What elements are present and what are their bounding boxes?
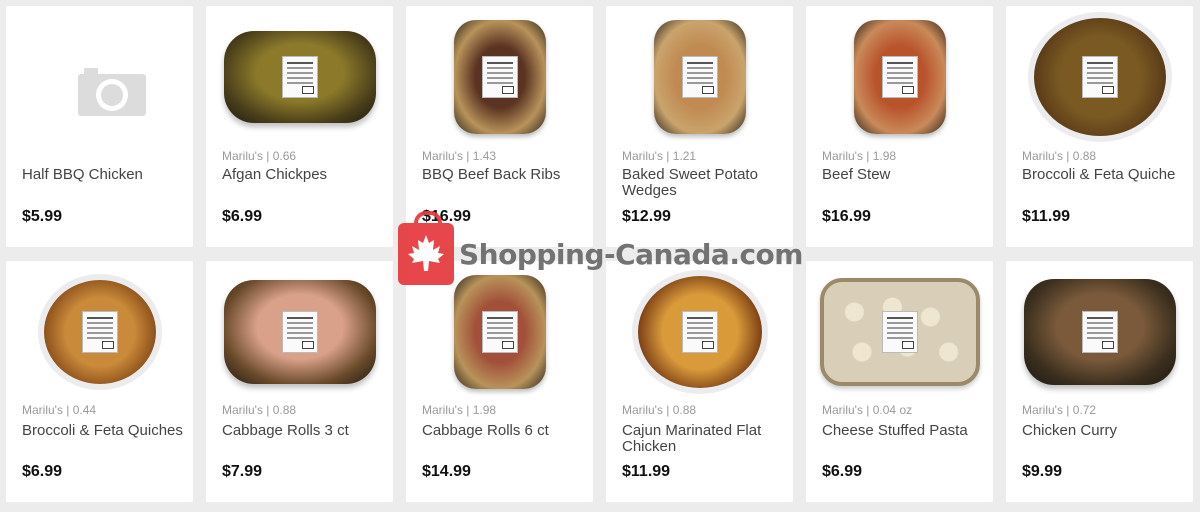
product-meta: Marilu's | 0.72 [1022, 403, 1097, 417]
product-image[interactable] [1018, 271, 1181, 393]
product-card-half-bbq-chicken[interactable]: Half BBQ Chicken $5.99 [6, 6, 193, 247]
chicken-image [637, 276, 762, 388]
product-card-broccoli-feta-quiches[interactable]: Marilu's | 0.44 Broccoli & Feta Quiches … [6, 261, 193, 502]
product-price: $11.99 [622, 463, 671, 480]
product-image[interactable] [818, 271, 981, 393]
product-card-chicken-curry[interactable]: Marilu's | 0.72 Chicken Curry $9.99 [1006, 261, 1193, 502]
product-title[interactable]: Beef Stew [822, 167, 987, 183]
product-image[interactable] [18, 271, 181, 393]
quiche-image [1033, 18, 1166, 136]
product-price: $9.99 [1022, 463, 1063, 480]
product-title[interactable]: Cabbage Rolls 6 ct [422, 423, 587, 439]
product-card-afgan-chickpes[interactable]: Marilu's | 0.66 Afgan Chickpes $6.99 [206, 6, 393, 247]
product-meta: Marilu's | 0.88 [622, 403, 697, 417]
product-image[interactable] [218, 16, 381, 138]
quiche-image [43, 280, 156, 384]
product-title[interactable]: Afgan Chickpes [222, 167, 387, 183]
product-meta: Marilu's | 0.44 [22, 403, 97, 417]
product-price: $5.99 [22, 208, 63, 225]
product-card-cheese-stuffed-pasta[interactable]: Marilu's | 0.04 oz Cheese Stuffed Pasta … [806, 261, 993, 502]
camera-placeholder-icon [78, 68, 146, 116]
product-image[interactable] [418, 271, 581, 393]
food-tray-image [453, 275, 546, 389]
food-tray-image [853, 20, 946, 134]
product-card-cajun-marinated-flat-chicken[interactable]: Marilu's | 0.88 Cajun Marinated Flat Chi… [606, 261, 793, 502]
product-card-broccoli-feta-quiche[interactable]: Marilu's | 0.88 Broccoli & Feta Quiche $… [1006, 6, 1193, 247]
product-price: $6.99 [822, 463, 863, 480]
maple-leaf-bag-icon [398, 211, 454, 285]
product-image[interactable] [618, 271, 781, 393]
product-title[interactable]: Half BBQ Chicken [22, 167, 187, 183]
product-meta: Marilu's | 0.04 oz [822, 403, 913, 417]
product-price: $6.99 [222, 208, 263, 225]
pasta-tray-image [819, 278, 980, 386]
product-meta: Marilu's | 0.88 [1022, 149, 1097, 163]
food-tray-image [653, 20, 746, 134]
food-tray-image [1023, 279, 1176, 385]
product-card-beef-stew[interactable]: Marilu's | 1.98 Beef Stew $16.99 [806, 6, 993, 247]
product-card-baked-sweet-potato-wedges[interactable]: Marilu's | 1.21 Baked Sweet Potato Wedge… [606, 6, 793, 247]
product-meta: Marilu's | 0.88 [222, 403, 297, 417]
food-tray-image [453, 20, 546, 134]
product-meta: Marilu's | 1.98 [422, 403, 497, 417]
product-title[interactable]: Cheese Stuffed Pasta [822, 423, 987, 439]
product-meta: Marilu's | 1.21 [622, 149, 697, 163]
product-card-cabbage-rolls-6-ct[interactable]: Marilu's | 1.98 Cabbage Rolls 6 ct $14.9… [406, 261, 593, 502]
product-title[interactable]: Chicken Curry [1022, 423, 1187, 439]
product-title[interactable]: BBQ Beef Back Ribs [422, 167, 587, 183]
product-image[interactable] [618, 16, 781, 138]
product-image[interactable] [418, 16, 581, 138]
product-image[interactable] [218, 271, 381, 393]
product-card-cabbage-rolls-3-ct[interactable]: Marilu's | 0.88 Cabbage Rolls 3 ct $7.99 [206, 261, 393, 502]
product-title[interactable]: Cajun Marinated Flat Chicken [622, 423, 787, 455]
product-meta: Marilu's | 1.98 [822, 149, 897, 163]
watermark-text: Shopping-Canada.com [459, 237, 803, 271]
product-meta: Marilu's | 1.43 [422, 149, 497, 163]
product-meta: Marilu's | 0.66 [222, 149, 297, 163]
product-title[interactable]: Broccoli & Feta Quiche [1022, 167, 1187, 183]
food-tray-image [223, 280, 376, 384]
product-image[interactable] [818, 16, 981, 138]
product-price: $7.99 [222, 463, 263, 480]
product-price: $16.99 [822, 208, 871, 225]
product-price: $14.99 [422, 463, 471, 480]
product-title[interactable]: Broccoli & Feta Quiches [22, 423, 187, 439]
product-price: $6.99 [22, 463, 63, 480]
product-image[interactable] [1018, 16, 1181, 138]
product-title[interactable]: Cabbage Rolls 3 ct [222, 423, 387, 439]
product-image[interactable] [18, 16, 181, 138]
watermark: Shopping-Canada.com [398, 211, 803, 285]
product-title[interactable]: Baked Sweet Potato Wedges [622, 167, 787, 199]
product-price: $11.99 [1022, 208, 1071, 225]
food-tray-image [223, 31, 376, 123]
